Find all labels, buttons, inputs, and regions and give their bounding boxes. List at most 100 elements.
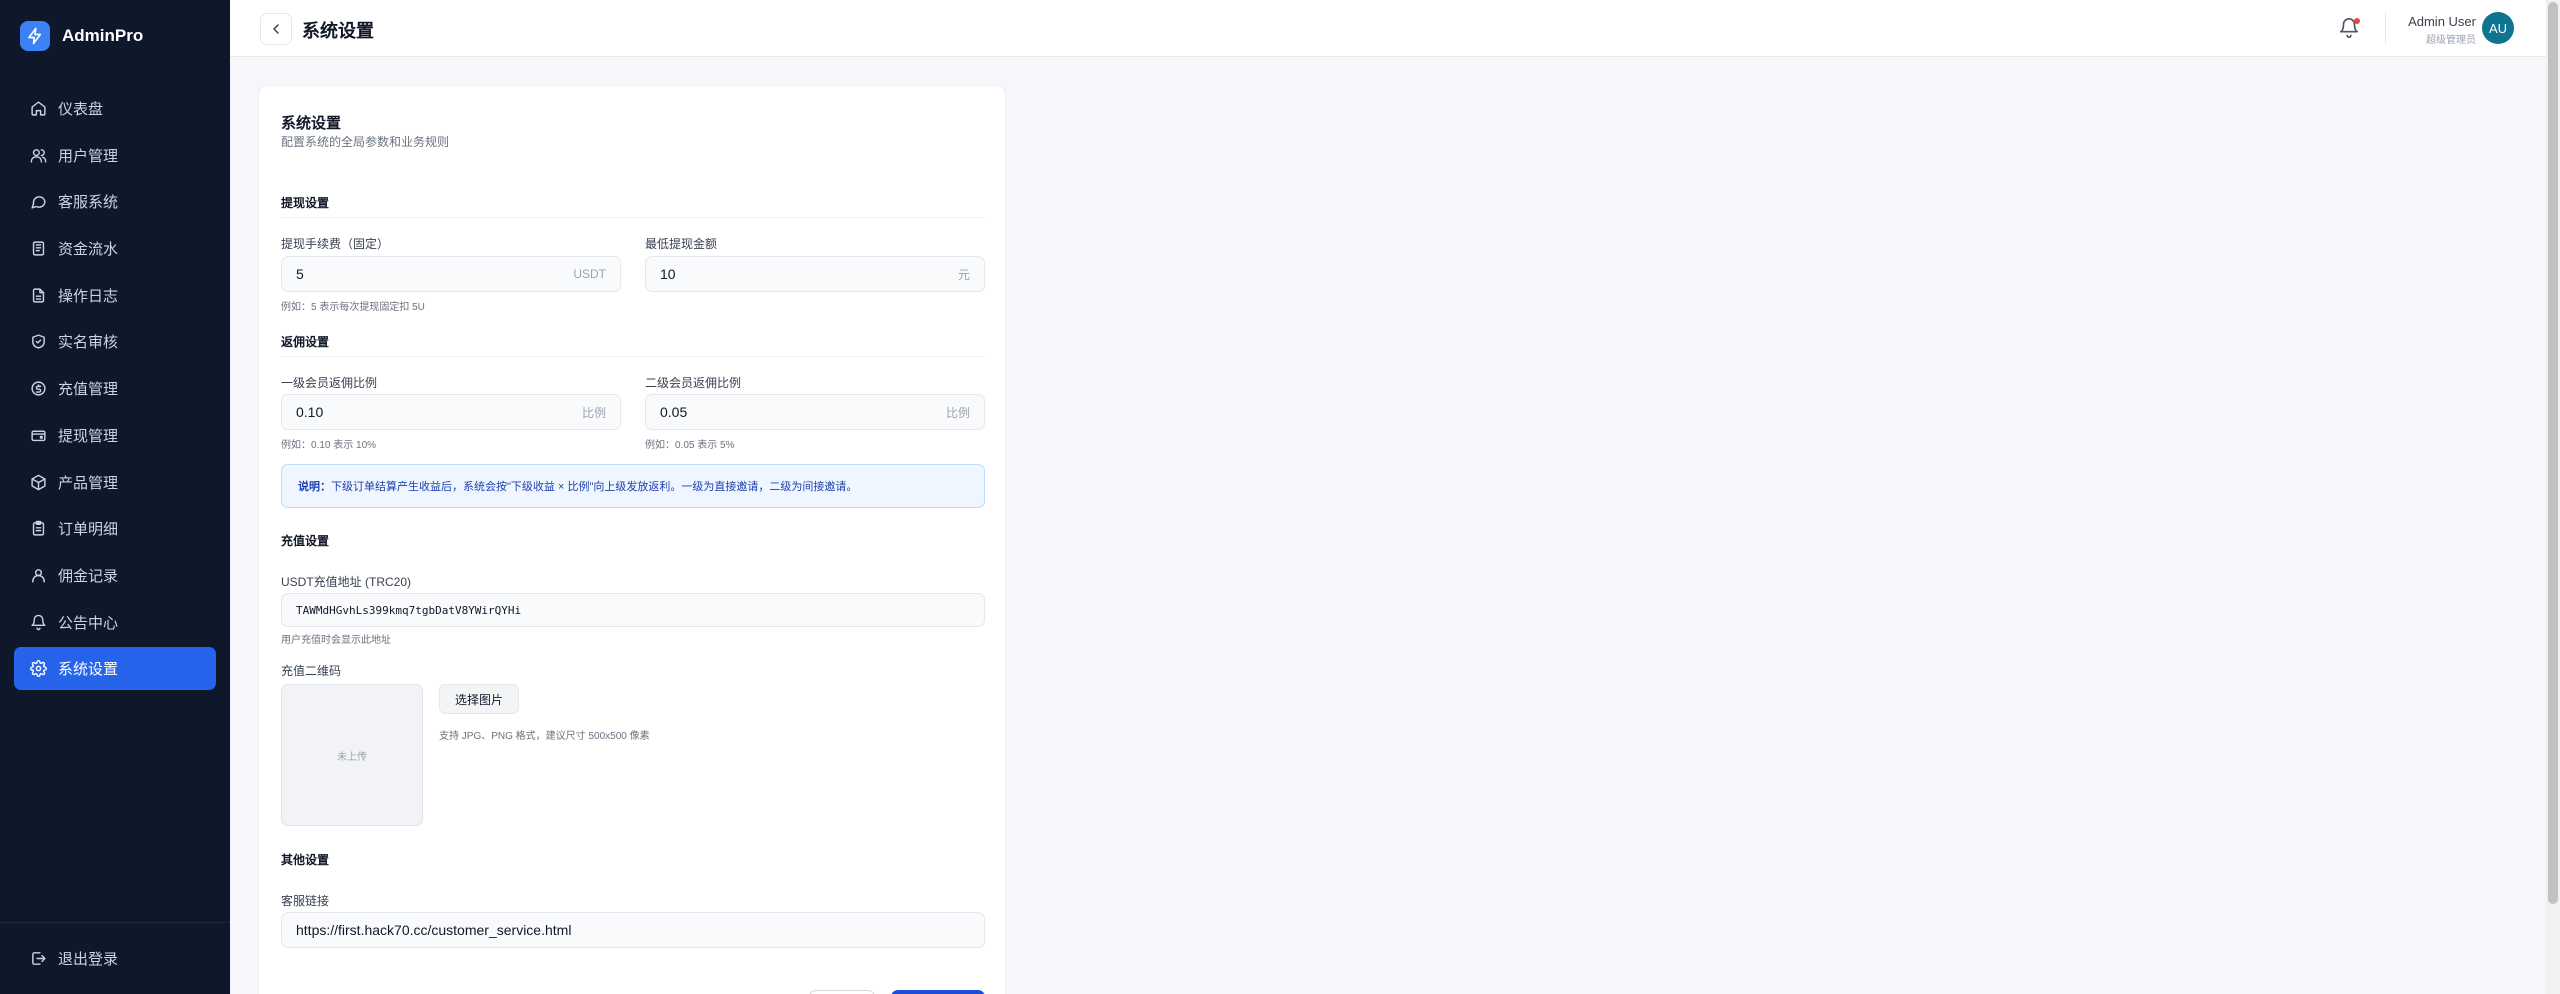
sidebar-item-settings[interactable]: 系统设置: [14, 647, 216, 691]
file-icon: [32, 288, 45, 303]
wallet-icon: [31, 430, 46, 441]
sidebar-item-label: 充值管理: [58, 381, 119, 399]
sidebar-item-label: 公告中心: [58, 614, 119, 632]
section-divider: [281, 356, 985, 357]
other-section-title: 其他设置: [281, 853, 330, 867]
user-role: 超级管理员: [2426, 35, 2476, 46]
box-icon: [31, 474, 46, 490]
logout-button[interactable]: 退出登录: [14, 937, 216, 980]
recharge-address-label: USDT充值地址 (TRC20): [281, 575, 412, 589]
sidebar-item-customer-service[interactable]: 客服系统: [14, 180, 216, 223]
withdraw-fee-input[interactable]: 5 USDT: [281, 256, 621, 292]
cs-link-value: https://first.hack70.cc/customer_service…: [296, 922, 572, 938]
withdraw-min-value: 10: [660, 266, 676, 282]
recharge-address-hint: 用户充值时会显示此地址: [281, 635, 391, 646]
rebate-info-text: 下级订单结算产生收益后，系统会按"下级收益 × 比例"向上级发放返利。一级为直接…: [331, 481, 858, 493]
brand[interactable]: AdminPro: [20, 20, 143, 52]
choose-image-hint: 支持 JPG、PNG 格式，建议尺寸 500x500 像素: [439, 731, 650, 742]
rebate-level1-suffix: 比例: [581, 405, 606, 420]
sidebar-item-label: 提现管理: [58, 427, 119, 445]
avatar[interactable]: AU: [2482, 12, 2514, 44]
recharge-section-title: 充值设置: [281, 534, 330, 548]
sidebar-item-orders[interactable]: 订单明细: [14, 507, 216, 550]
sidebar-divider: [0, 922, 230, 923]
sidebar-item-label: 仪表盘: [58, 101, 104, 118]
sidebar: AdminPro 仪表盘 用户管理 客服系统 资金流水 操作日志 实名审核 充值…: [0, 0, 230, 994]
rebate-level1-input[interactable]: 0.10 比例: [281, 394, 621, 430]
recharge-qr-empty-text: 未上传: [337, 751, 367, 763]
withdraw-min-input[interactable]: 10 元: [645, 256, 985, 292]
logout-icon: [32, 952, 46, 965]
shield-check-icon: [32, 334, 45, 350]
cancel-button[interactable]: [809, 990, 875, 994]
cs-link-label: 客服链接: [281, 894, 330, 908]
page-title: 系统设置: [302, 21, 374, 41]
sidebar-item-label: 操作日志: [58, 287, 119, 305]
rebate-info-box: 说明： 下级订单结算产生收益后，系统会按"下级收益 × 比例"向上级发放返利。一…: [281, 464, 985, 508]
chevron-left-icon: [273, 24, 279, 34]
home-icon: [31, 101, 46, 116]
sidebar-item-announcements[interactable]: 公告中心: [14, 601, 216, 644]
rebate-info-prefix: 说明：: [298, 481, 331, 493]
sidebar-item-operation-log[interactable]: 操作日志: [14, 274, 216, 317]
withdraw-min-suffix: 元: [957, 267, 970, 282]
rebate-level2-suffix: 比例: [945, 405, 970, 420]
users-icon: [30, 148, 47, 163]
topbar: 系统设置: [230, 0, 2546, 57]
users-icon: [32, 569, 45, 583]
withdraw-fee-value: 5: [296, 266, 304, 282]
withdraw-min-label: 最低提现金额: [645, 237, 718, 251]
brand-logo-icon: [20, 21, 50, 51]
brand-name: AdminPro: [62, 26, 144, 45]
rebate-level2-value: 0.05: [660, 404, 688, 420]
clipboard-icon: [32, 520, 45, 536]
gear-icon: [30, 660, 47, 678]
rebate-level1-value: 0.10: [296, 404, 324, 420]
withdraw-fee-suffix: USDT: [573, 267, 606, 281]
sidebar-item-users[interactable]: 用户管理: [14, 134, 216, 177]
choose-image-button[interactable]: 选择图片: [439, 684, 519, 714]
rebate-level2-input[interactable]: 0.05 比例: [645, 394, 985, 430]
cs-link-input[interactable]: https://first.hack70.cc/customer_service…: [281, 912, 985, 948]
sidebar-item-label: 佣金记录: [58, 567, 119, 585]
sidebar-item-recharge[interactable]: 充值管理: [14, 367, 216, 410]
rebate-level2-label: 二级会员返佣比例: [645, 376, 742, 390]
sidebar-item-label: 系统设置: [58, 661, 119, 679]
back-button[interactable]: [260, 13, 292, 45]
sidebar-item-label: 用户管理: [58, 147, 119, 165]
sidebar-item-label: 产品管理: [58, 474, 119, 492]
sidebar-item-kyc-review[interactable]: 实名审核: [14, 320, 216, 363]
sidebar-item-fund-flow[interactable]: 资金流水: [14, 227, 216, 270]
recharge-address-value: TAWMdHGvhLs399kmq7tgbDatV8YWirQYHi: [296, 603, 522, 617]
rebate-section-title: 返佣设置: [281, 335, 330, 349]
rebate-level2-hint: 例如：0.05 表示 5%: [645, 440, 735, 451]
notification-dot: [2354, 18, 2360, 24]
rebate-level1-hint: 例如：0.10 表示 10%: [281, 440, 377, 451]
recharge-address-input[interactable]: TAWMdHGvhLs399kmq7tgbDatV8YWirQYHi: [281, 593, 985, 627]
withdraw-section-title: 提现设置: [281, 196, 330, 210]
rebate-level1-label: 一级会员返佣比例: [281, 376, 378, 390]
user-name: Admin User: [2408, 14, 2476, 29]
withdraw-fee-label: 提现手续费（固定）: [281, 237, 390, 251]
sidebar-item-products[interactable]: 产品管理: [14, 461, 216, 504]
header-divider: [2385, 12, 2386, 44]
sidebar-item-withdraw[interactable]: 提现管理: [14, 414, 216, 457]
sidebar-item-dashboard[interactable]: 仪表盘: [14, 87, 216, 130]
card-subtitle: 配置系统的全局参数和业务规则: [281, 135, 450, 149]
ledger-icon: [32, 241, 45, 256]
coin-icon: [31, 381, 46, 396]
bell-icon: [31, 614, 46, 630]
sidebar-nav: 仪表盘 用户管理 客服系统 资金流水 操作日志 实名审核 充值管理 提现管理 产…: [14, 87, 216, 694]
save-button[interactable]: [891, 990, 985, 994]
recharge-qr-label: 充值二维码: [281, 664, 342, 678]
page-scrollbar-thumb[interactable]: [2548, 2, 2558, 904]
settings-card: 系统设置 配置系统的全局参数和业务规则 提现设置 提现手续费（固定） 5 USD…: [258, 85, 1006, 994]
section-divider: [281, 217, 985, 218]
card-title: 系统设置: [281, 115, 342, 132]
logout-label: 退出登录: [58, 951, 119, 968]
sidebar-item-label: 实名审核: [58, 334, 119, 352]
sidebar-item-label: 客服系统: [58, 194, 119, 212]
sidebar-item-label: 订单明细: [58, 521, 119, 539]
withdraw-fee-hint: 例如：5 表示每次提现固定扣 5U: [281, 302, 425, 313]
sidebar-item-commission[interactable]: 佣金记录: [14, 554, 216, 597]
